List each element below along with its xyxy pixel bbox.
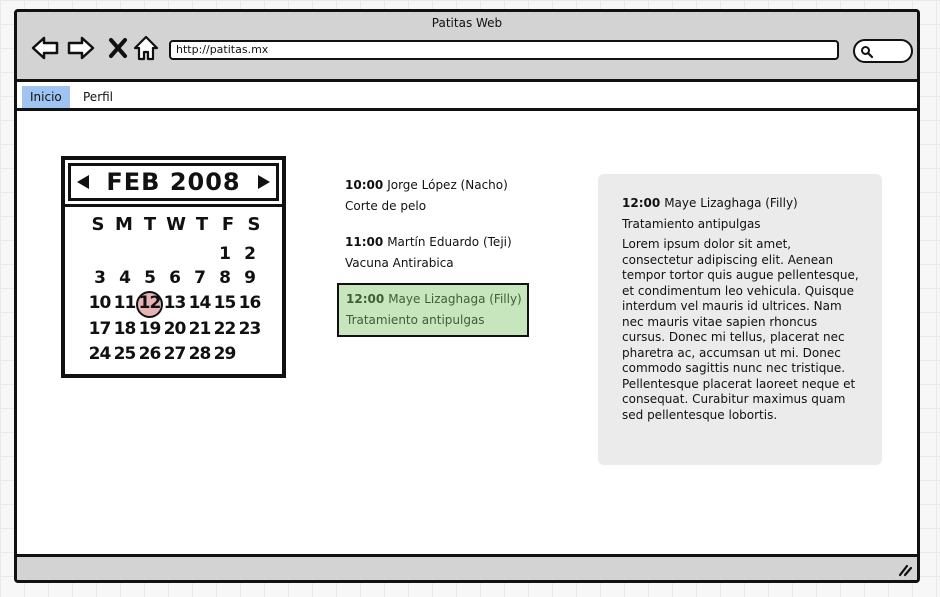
calendar-week: 17 18 19 20 21 22 23 xyxy=(87,319,262,339)
calendar-day[interactable]: 10 xyxy=(87,293,112,313)
calendar-day[interactable] xyxy=(237,344,262,364)
calendar-day[interactable]: 15 xyxy=(212,293,237,313)
weekday-label: M xyxy=(115,214,133,235)
appointment-item[interactable]: 10:00 Jorge López (Nacho) Corte de pelo xyxy=(345,175,508,217)
content-area: FEB 2008 S M T W T F S 1 2 3 4 5 6 7 8 9… xyxy=(17,111,917,554)
weekday-label: F xyxy=(221,214,235,235)
calendar-day[interactable]: 9 xyxy=(237,268,262,288)
detail-service: Tratamiento antipulgas xyxy=(622,217,761,231)
calendar-day[interactable]: 24 xyxy=(87,344,112,364)
calendar-day[interactable]: 14 xyxy=(187,293,212,313)
calendar-day[interactable]: 13 xyxy=(162,293,187,313)
appointment-client: Jorge López (Nacho) xyxy=(387,178,508,192)
calendar-day[interactable]: 29 xyxy=(212,344,237,364)
calendar-day[interactable]: 27 xyxy=(162,344,187,364)
calendar-day[interactable] xyxy=(137,244,162,264)
home-icon[interactable] xyxy=(132,34,160,62)
calendar-day[interactable]: 11 xyxy=(112,293,137,313)
appointment-detail-panel: 12:00 Maye Lizaghaga (Filly) Tratamiento … xyxy=(598,174,882,465)
weekday-label: W xyxy=(166,214,186,235)
calendar-day[interactable]: 23 xyxy=(237,319,262,339)
calendar-day[interactable] xyxy=(187,244,212,264)
detail-body-text: Lorem ipsum dolor sit amet, consectetur … xyxy=(622,237,859,422)
appointment-client: Martín Eduardo (Teji) xyxy=(387,235,512,249)
appointment-item-selected[interactable]: 12:00 Maye Lizaghaga (Filly) Tratamiento … xyxy=(337,283,529,337)
appointment-service: Tratamiento antipulgas xyxy=(346,313,485,327)
calendar-day[interactable]: 4 xyxy=(112,268,137,288)
calendar-day[interactable]: 6 xyxy=(162,268,187,288)
tab-bar: Inicio Perfil xyxy=(17,84,917,111)
tab-inicio[interactable]: Inicio xyxy=(22,86,70,108)
appointment-time: 12:00 xyxy=(346,292,385,306)
detail-heading: 12:00 Maye Lizaghaga (Filly) xyxy=(622,193,860,214)
appointment-service: Vacuna Antirabica xyxy=(345,256,454,270)
prev-month-icon[interactable] xyxy=(75,174,91,190)
appointment-time: 11:00 xyxy=(345,235,384,249)
close-x-icon[interactable] xyxy=(105,34,133,62)
weekday-label: T xyxy=(143,214,157,235)
search-icon xyxy=(861,46,874,59)
appointment-heading: 12:00 Maye Lizaghaga (Filly) xyxy=(346,289,527,310)
calendar-week: 10 11 12 13 14 15 16 xyxy=(87,291,262,318)
calendar[interactable]: FEB 2008 S M T W T F S 1 2 3 4 5 6 7 8 9… xyxy=(61,156,286,378)
calendar-header: FEB 2008 xyxy=(68,163,279,201)
calendar-day[interactable]: 22 xyxy=(212,319,237,339)
calendar-day[interactable]: 7 xyxy=(187,268,212,288)
calendar-day-selected[interactable]: 12 xyxy=(136,291,163,318)
calendar-day-number: 12 xyxy=(138,293,162,313)
detail-client: Maye Lizaghaga (Filly) xyxy=(664,196,798,210)
calendar-day[interactable]: 18 xyxy=(112,319,137,339)
appointment-time: 10:00 xyxy=(345,178,384,192)
appointment-service: Corte de pelo xyxy=(345,199,427,213)
calendar-day[interactable]: 28 xyxy=(187,344,212,364)
calendar-day[interactable] xyxy=(87,244,112,264)
calendar-day[interactable]: 2 xyxy=(237,244,262,264)
appointment-heading: 11:00 Martín Eduardo (Teji) xyxy=(345,232,512,253)
calendar-day[interactable]: 25 xyxy=(112,344,137,364)
browser-window: Patitas Web http://patitas.mx Inicio Per… xyxy=(14,9,920,583)
calendar-week: 3 4 5 6 7 8 9 xyxy=(87,268,262,288)
calendar-day[interactable]: 16 xyxy=(237,293,262,313)
calendar-weekday-row: S M T W T F S xyxy=(85,214,267,235)
back-arrow-icon[interactable] xyxy=(31,34,59,62)
weekday-label: S xyxy=(91,214,105,235)
title-bar: Patitas Web http://patitas.mx xyxy=(17,12,917,82)
calendar-day[interactable]: 3 xyxy=(87,268,112,288)
status-bar xyxy=(17,554,917,580)
calendar-day[interactable]: 21 xyxy=(187,319,212,339)
appointment-heading: 10:00 Jorge López (Nacho) xyxy=(345,175,508,196)
next-month-icon[interactable] xyxy=(256,174,272,190)
window-title: Patitas Web xyxy=(431,16,503,30)
tab-perfil[interactable]: Perfil xyxy=(75,86,121,108)
calendar-day[interactable]: 5 xyxy=(137,268,162,288)
calendar-day[interactable]: 20 xyxy=(162,319,187,339)
calendar-divider xyxy=(65,204,282,207)
calendar-day[interactable]: 1 xyxy=(212,244,237,264)
resize-grip-icon[interactable] xyxy=(897,561,913,577)
calendar-day[interactable] xyxy=(112,244,137,264)
calendar-day[interactable] xyxy=(162,244,187,264)
appointment-client: Maye Lizaghaga (Filly) xyxy=(388,292,522,306)
calendar-week: 24 25 26 27 28 29 xyxy=(87,344,262,364)
weekday-label: S xyxy=(247,214,261,235)
calendar-day[interactable]: 19 xyxy=(137,319,162,339)
forward-arrow-icon[interactable] xyxy=(67,34,95,62)
calendar-day[interactable]: 26 xyxy=(137,344,162,364)
calendar-week: 1 2 xyxy=(87,244,262,264)
calendar-day[interactable]: 17 xyxy=(87,319,112,339)
detail-time: 12:00 xyxy=(622,196,661,210)
weekday-label: T xyxy=(195,214,209,235)
url-bar[interactable]: http://patitas.mx xyxy=(169,40,839,60)
appointment-item[interactable]: 11:00 Martín Eduardo (Teji) Vacuna Antira… xyxy=(345,232,512,274)
calendar-day[interactable]: 8 xyxy=(212,268,237,288)
calendar-month-label: FEB 2008 xyxy=(106,168,241,196)
search-box[interactable] xyxy=(853,39,913,63)
